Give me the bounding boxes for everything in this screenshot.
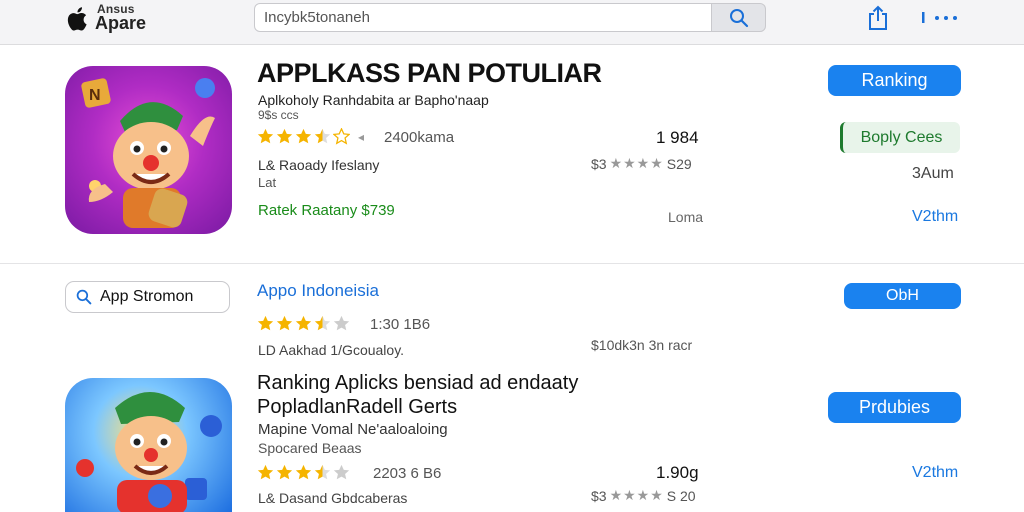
clown-character-icon: N <box>81 78 215 228</box>
app-store-search-pill[interactable]: App Stromon <box>65 281 230 313</box>
featured-side-link[interactable]: V2thm <box>912 208 958 226</box>
star-half-icon <box>314 464 331 480</box>
reply-button[interactable]: Boply Cees <box>840 122 960 153</box>
third-number: 1.90g <box>656 463 699 482</box>
ranking-button[interactable]: Ranking <box>828 65 961 96</box>
featured-price-row: $3 ★★★★ S29 <box>591 155 692 172</box>
featured-rating-count: 2400kama <box>384 129 455 146</box>
svg-text:N: N <box>89 87 101 104</box>
featured-promo[interactable]: Ratek Raatany $739 <box>258 202 395 219</box>
third-rating-count: 2203 6 B6 <box>373 465 442 482</box>
star-empty-icon <box>333 128 350 145</box>
get-button[interactable]: ObH <box>844 283 961 309</box>
star-full-icon <box>295 128 312 144</box>
star-full-icon <box>257 315 274 331</box>
star-full-icon <box>257 464 274 480</box>
third-app-subtitle: Mapine Vomal Ne'aaloaloing <box>258 421 448 438</box>
third-app-title-line1[interactable]: Ranking Aplicks bensiad ad endaaty <box>257 372 578 395</box>
second-developer: LD Aakhad 1/Gcoualoy. <box>258 342 405 358</box>
star-full-icon <box>295 464 312 480</box>
clown-character-icon <box>76 392 222 512</box>
section-divider <box>0 263 1024 264</box>
featured-number: 1 984 <box>656 128 699 147</box>
app-icon-clown-blue[interactable] <box>65 378 232 512</box>
featured-app-title[interactable]: APPLKASS PAN POTULIAR <box>257 58 602 89</box>
more-button[interactable] <box>916 8 962 28</box>
third-app-meta: Spocared Beaas <box>258 440 362 456</box>
share-button[interactable] <box>866 4 890 32</box>
apple-logo-icon[interactable] <box>64 5 88 33</box>
price-left: $3 <box>591 155 607 172</box>
star-half-icon <box>314 128 331 144</box>
search-button[interactable] <box>712 3 766 32</box>
mini-stars-icon: ★★★★ <box>609 155 664 171</box>
third-developer: L& Dasand Gbdcaberas <box>258 490 408 506</box>
featured-category: Lat <box>258 175 277 190</box>
price-right: S29 <box>666 155 692 172</box>
featured-app-subtitle: Aplkoholy Ranhdabita ar Bapho'naap <box>258 92 489 108</box>
third-price-row: $3 ★★★★ S 20 <box>591 487 696 504</box>
price-left: $3 <box>591 487 607 504</box>
more-dots-icon <box>922 12 957 23</box>
star-full-icon <box>276 315 293 331</box>
search-input[interactable] <box>255 4 704 31</box>
search-icon <box>729 8 748 27</box>
star-full-icon <box>257 128 274 144</box>
star-empty-icon <box>333 464 350 480</box>
star-half-icon <box>314 315 331 331</box>
third-side-link[interactable]: V2thm <box>912 464 958 482</box>
brand-name[interactable]: Apare <box>95 13 146 34</box>
third-app-title-line2[interactable]: PopladlanRadell Gerts <box>257 396 457 419</box>
mini-stars-icon: ★★★★ <box>609 487 664 503</box>
second-rating-stars <box>257 315 350 332</box>
star-full-icon <box>276 464 293 480</box>
search-box[interactable] <box>254 3 712 32</box>
price-right: S 20 <box>666 487 696 504</box>
featured-note: Loma <box>668 209 704 225</box>
third-rating-stars <box>257 464 350 481</box>
store-pill-label: App Stromon <box>100 288 194 305</box>
app-icon-clown-purple[interactable]: N <box>65 66 232 234</box>
second-app-link[interactable]: Appo Indoneisia <box>257 281 379 301</box>
top-bar: Ansus Apare <box>0 0 1024 45</box>
star-empty-icon <box>333 315 350 331</box>
featured-side-label: 3Aum <box>912 165 954 182</box>
featured-rating-stars: ◂ <box>257 128 364 145</box>
second-rating-count: 1:30 1B6 <box>370 316 431 333</box>
search-icon <box>76 289 92 305</box>
featured-app-meta: 9$s ccs <box>258 108 299 122</box>
star-full-icon <box>295 315 312 331</box>
featured-developer: L& Raoady Ifeslany <box>258 157 380 173</box>
star-full-icon <box>276 128 293 144</box>
second-price: $10dk3n 3n racr <box>591 337 693 353</box>
share-icon <box>869 5 887 30</box>
products-button[interactable]: Prdubies <box>828 392 961 423</box>
